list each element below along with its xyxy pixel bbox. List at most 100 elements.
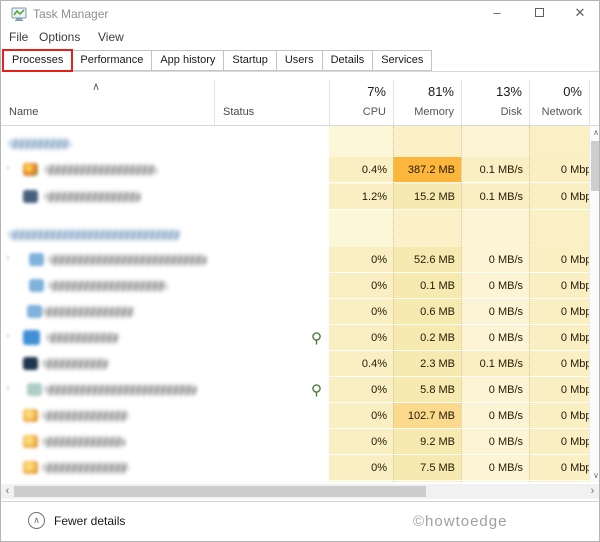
redacted-process-name bbox=[47, 333, 119, 343]
expander-chevron-icon[interactable]: › bbox=[6, 162, 10, 174]
process-icon bbox=[29, 253, 44, 266]
disk-cell: 0.1 MB/s bbox=[461, 351, 529, 377]
heat-column-divider bbox=[393, 126, 394, 482]
expander-chevron-icon[interactable]: › bbox=[6, 382, 10, 394]
redacted-process-name bbox=[43, 437, 125, 447]
cpu-cell: 0% bbox=[329, 247, 393, 273]
menu-options[interactable]: Options bbox=[39, 30, 80, 44]
process-row[interactable]: 1.2% 15.2 MB 0.1 MB/s 0 Mbps bbox=[1, 184, 599, 210]
memory-cell: 9.2 MB bbox=[393, 429, 461, 455]
horizontal-scrollbar[interactable]: ‹ › bbox=[1, 484, 599, 499]
cpu-cell: 0% bbox=[329, 273, 393, 299]
memory-cell: 2.3 MB bbox=[393, 351, 461, 377]
process-icon bbox=[23, 357, 38, 370]
disk-cell: 0 MB/s bbox=[461, 455, 529, 481]
disk-cell: 0 MB/s bbox=[461, 403, 529, 429]
process-row[interactable]: 0% 0.6 MB 0 MB/s 0 Mbps bbox=[1, 299, 599, 325]
memory-cell: 0.2 MB bbox=[393, 325, 461, 351]
cpu-cell: 0% bbox=[329, 377, 393, 403]
process-row[interactable]: › 0% 5.8 MB 0 MB/s 0 Mbps bbox=[1, 377, 599, 403]
group-header-row[interactable] bbox=[1, 222, 599, 248]
process-row[interactable]: › 0% 0.2 MB 0 MB/s 0 Mbps bbox=[1, 325, 599, 351]
process-icon bbox=[23, 461, 38, 474]
cpu-cell: 0% bbox=[329, 455, 393, 481]
tab-users[interactable]: Users bbox=[276, 50, 323, 71]
tab-details[interactable]: Details bbox=[322, 50, 374, 71]
process-row[interactable]: › 0% 52.6 MB 0 MB/s 0 Mbps bbox=[1, 247, 599, 273]
cpu-label: CPU bbox=[362, 106, 386, 118]
disk-total-usage: 13% bbox=[495, 84, 522, 99]
tab-processes[interactable]: Processes bbox=[1, 49, 74, 72]
tab-app-history[interactable]: App history bbox=[152, 50, 225, 71]
tab-startup[interactable]: Startup bbox=[224, 50, 277, 71]
group-header-row[interactable] bbox=[1, 131, 599, 157]
minimize-button[interactable]: – bbox=[481, 3, 513, 23]
scroll-down-icon[interactable]: ∨ bbox=[590, 469, 599, 482]
cpu-cell: 0.4% bbox=[329, 157, 393, 183]
cpu-cell: 0.4% bbox=[329, 351, 393, 377]
redacted-process-name bbox=[49, 255, 207, 265]
cpu-cell: 1.2% bbox=[329, 184, 393, 210]
heat-column-divider bbox=[461, 126, 462, 482]
process-icon bbox=[23, 435, 38, 448]
scroll-left-icon[interactable]: ‹ bbox=[1, 484, 14, 499]
fewer-details-toggle[interactable]: ∧ Fewer details bbox=[28, 512, 125, 529]
maximize-icon bbox=[534, 8, 544, 17]
cpu-cell: 0% bbox=[329, 325, 393, 351]
disk-cell: 0 MB/s bbox=[461, 247, 529, 273]
memory-cell: 102.7 MB bbox=[393, 403, 461, 429]
vertical-scrollbar-thumb[interactable] bbox=[591, 141, 599, 191]
menu-file[interactable]: File bbox=[9, 30, 28, 44]
header-memory[interactable]: 81% Memory bbox=[393, 72, 461, 125]
vertical-scrollbar[interactable]: ∧ ∨ bbox=[589, 126, 599, 482]
redacted-process-name bbox=[43, 463, 129, 473]
redacted-process-name bbox=[43, 359, 109, 369]
memory-total-usage: 81% bbox=[427, 84, 454, 99]
disk-cell: 0.1 MB/s bbox=[461, 184, 529, 210]
scroll-right-icon[interactable]: › bbox=[586, 484, 599, 499]
header-name[interactable]: Name bbox=[9, 106, 38, 118]
process-row[interactable]: 0% 0.1 MB 0 MB/s 0 Mbps bbox=[1, 273, 599, 299]
task-manager-icon bbox=[11, 7, 27, 21]
redacted-process-name bbox=[43, 307, 135, 317]
process-icon bbox=[27, 305, 42, 318]
disk-label: Disk bbox=[500, 106, 522, 118]
header-cpu[interactable]: 7% CPU bbox=[329, 72, 393, 125]
redacted-process-name bbox=[45, 385, 197, 395]
horizontal-scrollbar-thumb[interactable] bbox=[14, 486, 426, 497]
memory-cell: 15.2 MB bbox=[393, 184, 461, 210]
process-row[interactable]: 0% 9.2 MB 0 MB/s 0 Mbps bbox=[1, 429, 599, 455]
menu-view[interactable]: View bbox=[98, 30, 124, 44]
tab-services[interactable]: Services bbox=[373, 50, 433, 71]
scroll-up-icon[interactable]: ∧ bbox=[590, 126, 599, 139]
sort-ascending-icon: ∧ bbox=[92, 81, 101, 93]
expander-chevron-icon[interactable]: › bbox=[6, 330, 10, 342]
process-row[interactable]: 0% 102.7 MB 0 MB/s 0 Mbps bbox=[1, 403, 599, 429]
maximize-button[interactable] bbox=[523, 3, 555, 23]
header-network[interactable]: 0% Network bbox=[529, 72, 589, 125]
column-divider bbox=[589, 80, 590, 125]
cpu-total-usage: 7% bbox=[367, 84, 386, 99]
memory-cell: 52.6 MB bbox=[393, 247, 461, 273]
process-row[interactable]: 0% 7.5 MB 0 MB/s 0 Mbps bbox=[1, 455, 599, 481]
table-header: ∧ Name Status 7% CPU 81% Memory 13% Disk… bbox=[1, 72, 599, 126]
fewer-details-label: Fewer details bbox=[54, 513, 126, 528]
redacted-process-name bbox=[45, 165, 157, 175]
process-row[interactable]: › 0.4% 387.2 MB 0.1 MB/s 0 Mbps bbox=[1, 157, 599, 183]
header-disk[interactable]: 13% Disk bbox=[461, 72, 529, 125]
process-icon bbox=[27, 383, 42, 396]
network-label: Network bbox=[541, 106, 582, 118]
column-divider[interactable] bbox=[214, 80, 215, 125]
memory-label: Memory bbox=[414, 106, 454, 118]
header-status[interactable]: Status bbox=[223, 106, 254, 118]
process-row[interactable]: 0.4% 2.3 MB 0.1 MB/s 0 Mbps bbox=[1, 351, 599, 377]
watermark-text: ©howtoedge bbox=[413, 513, 508, 530]
expander-chevron-icon[interactable]: › bbox=[6, 252, 10, 264]
disk-cell: 0 MB/s bbox=[461, 325, 529, 351]
tab-performance[interactable]: Performance bbox=[72, 50, 153, 71]
process-icon bbox=[23, 190, 38, 203]
title-bar[interactable]: Task Manager – ✕ bbox=[1, 1, 599, 27]
close-button[interactable]: ✕ bbox=[564, 3, 596, 23]
process-icon bbox=[23, 163, 38, 176]
memory-cell: 0.6 MB bbox=[393, 299, 461, 325]
